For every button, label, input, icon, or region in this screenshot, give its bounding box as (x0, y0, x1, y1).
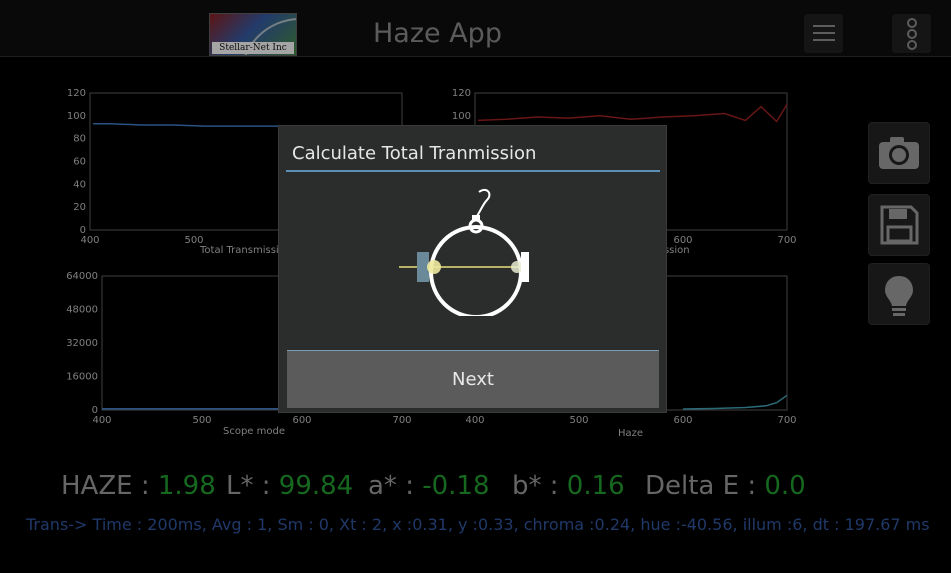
next-button[interactable]: Next (287, 350, 659, 408)
integrating-sphere-icon (399, 188, 529, 316)
dialog-title: Calculate Total Tranmission (292, 143, 537, 164)
dialog-divider (286, 170, 660, 172)
calculate-transmission-dialog: Calculate Total Tranmission Next (278, 125, 667, 413)
